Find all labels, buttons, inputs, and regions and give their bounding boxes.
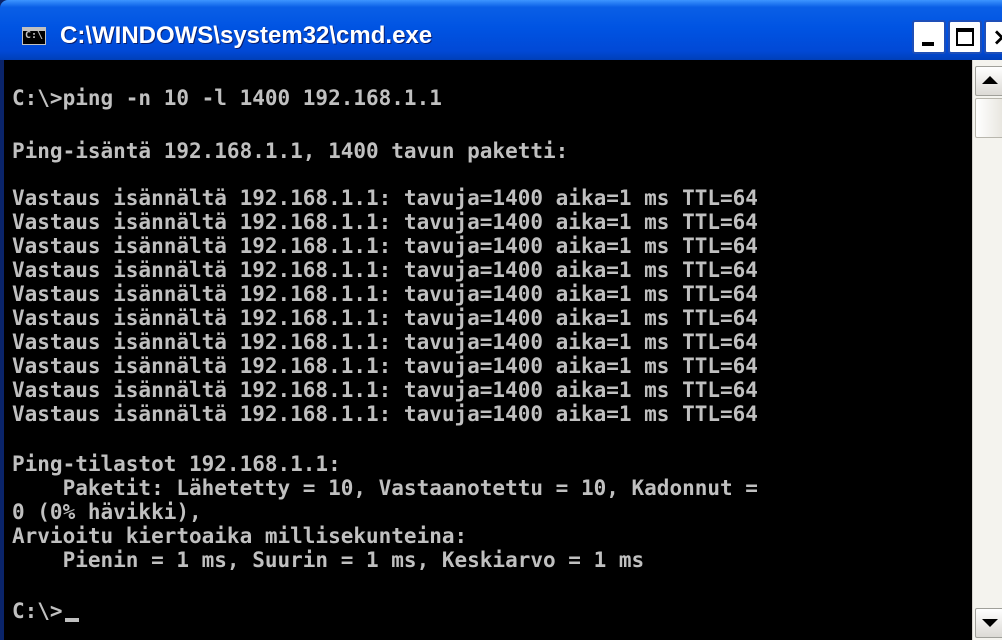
- console-line: Ping-isäntä 192.168.1.1, 1400 tavun pake…: [12, 139, 569, 163]
- console-app-icon[interactable]: C:\: [22, 27, 46, 45]
- console-line: Vastaus isännältä 192.168.1.1: tavuja=14…: [12, 402, 758, 426]
- console-line: C:\>ping -n 10 -l 1400 192.168.1.1: [12, 86, 442, 110]
- close-button[interactable]: ×: [984, 20, 1002, 54]
- console-line: 0 (0% hävikki),: [12, 500, 202, 524]
- app-icon-text: C:\: [24, 30, 44, 41]
- console-line: Vastaus isännältä 192.168.1.1: tavuja=14…: [12, 330, 758, 354]
- title-bar[interactable]: C:\ C:\WINDOWS\system32\cmd.exe ×: [0, 0, 1002, 60]
- close-icon: ×: [992, 24, 1002, 50]
- console-line: Vastaus isännältä 192.168.1.1: tavuja=14…: [12, 186, 758, 210]
- arrow-up-icon: [982, 76, 998, 84]
- console-line: Pienin = 1 ms, Suurin = 1 ms, Keskiarvo …: [12, 548, 645, 572]
- vertical-scrollbar[interactable]: [972, 60, 1002, 640]
- text-cursor: [64, 618, 79, 622]
- scroll-down-button[interactable]: [975, 608, 1002, 638]
- scroll-up-button[interactable]: [975, 66, 1002, 96]
- console-line: Ping-tilastot 192.168.1.1:: [12, 452, 341, 476]
- console-output[interactable]: C:\>ping -n 10 -l 1400 192.168.1.1 Ping-…: [4, 60, 972, 640]
- console-line: Vastaus isännältä 192.168.1.1: tavuja=14…: [12, 378, 758, 402]
- console-line: Vastaus isännältä 192.168.1.1: tavuja=14…: [12, 282, 758, 306]
- arrow-down-icon: [982, 619, 998, 627]
- prompt-text: C:\>: [12, 599, 63, 623]
- console-line: Vastaus isännältä 192.168.1.1: tavuja=14…: [12, 234, 758, 258]
- window-title: C:\WINDOWS\system32\cmd.exe: [60, 22, 433, 49]
- console-line: Vastaus isännältä 192.168.1.1: tavuja=14…: [12, 306, 758, 330]
- console-line: Vastaus isännältä 192.168.1.1: tavuja=14…: [12, 258, 758, 282]
- console-line: Arvioitu kiertoaika millisekunteina:: [12, 524, 468, 548]
- minimize-icon: [922, 42, 934, 46]
- console-line: Vastaus isännältä 192.168.1.1: tavuja=14…: [12, 210, 758, 234]
- prompt-line: C:\>: [12, 599, 79, 623]
- scroll-thumb[interactable]: [975, 98, 1002, 138]
- minimize-button[interactable]: [912, 20, 946, 54]
- maximize-button[interactable]: [948, 20, 982, 54]
- maximize-icon: [956, 28, 974, 46]
- console-line: Vastaus isännältä 192.168.1.1: tavuja=14…: [12, 354, 758, 378]
- console-line: Paketit: Lähetetty = 10, Vastaanotettu =…: [12, 476, 758, 500]
- cmd-window: C:\ C:\WINDOWS\system32\cmd.exe × C:\>pi…: [0, 0, 1002, 640]
